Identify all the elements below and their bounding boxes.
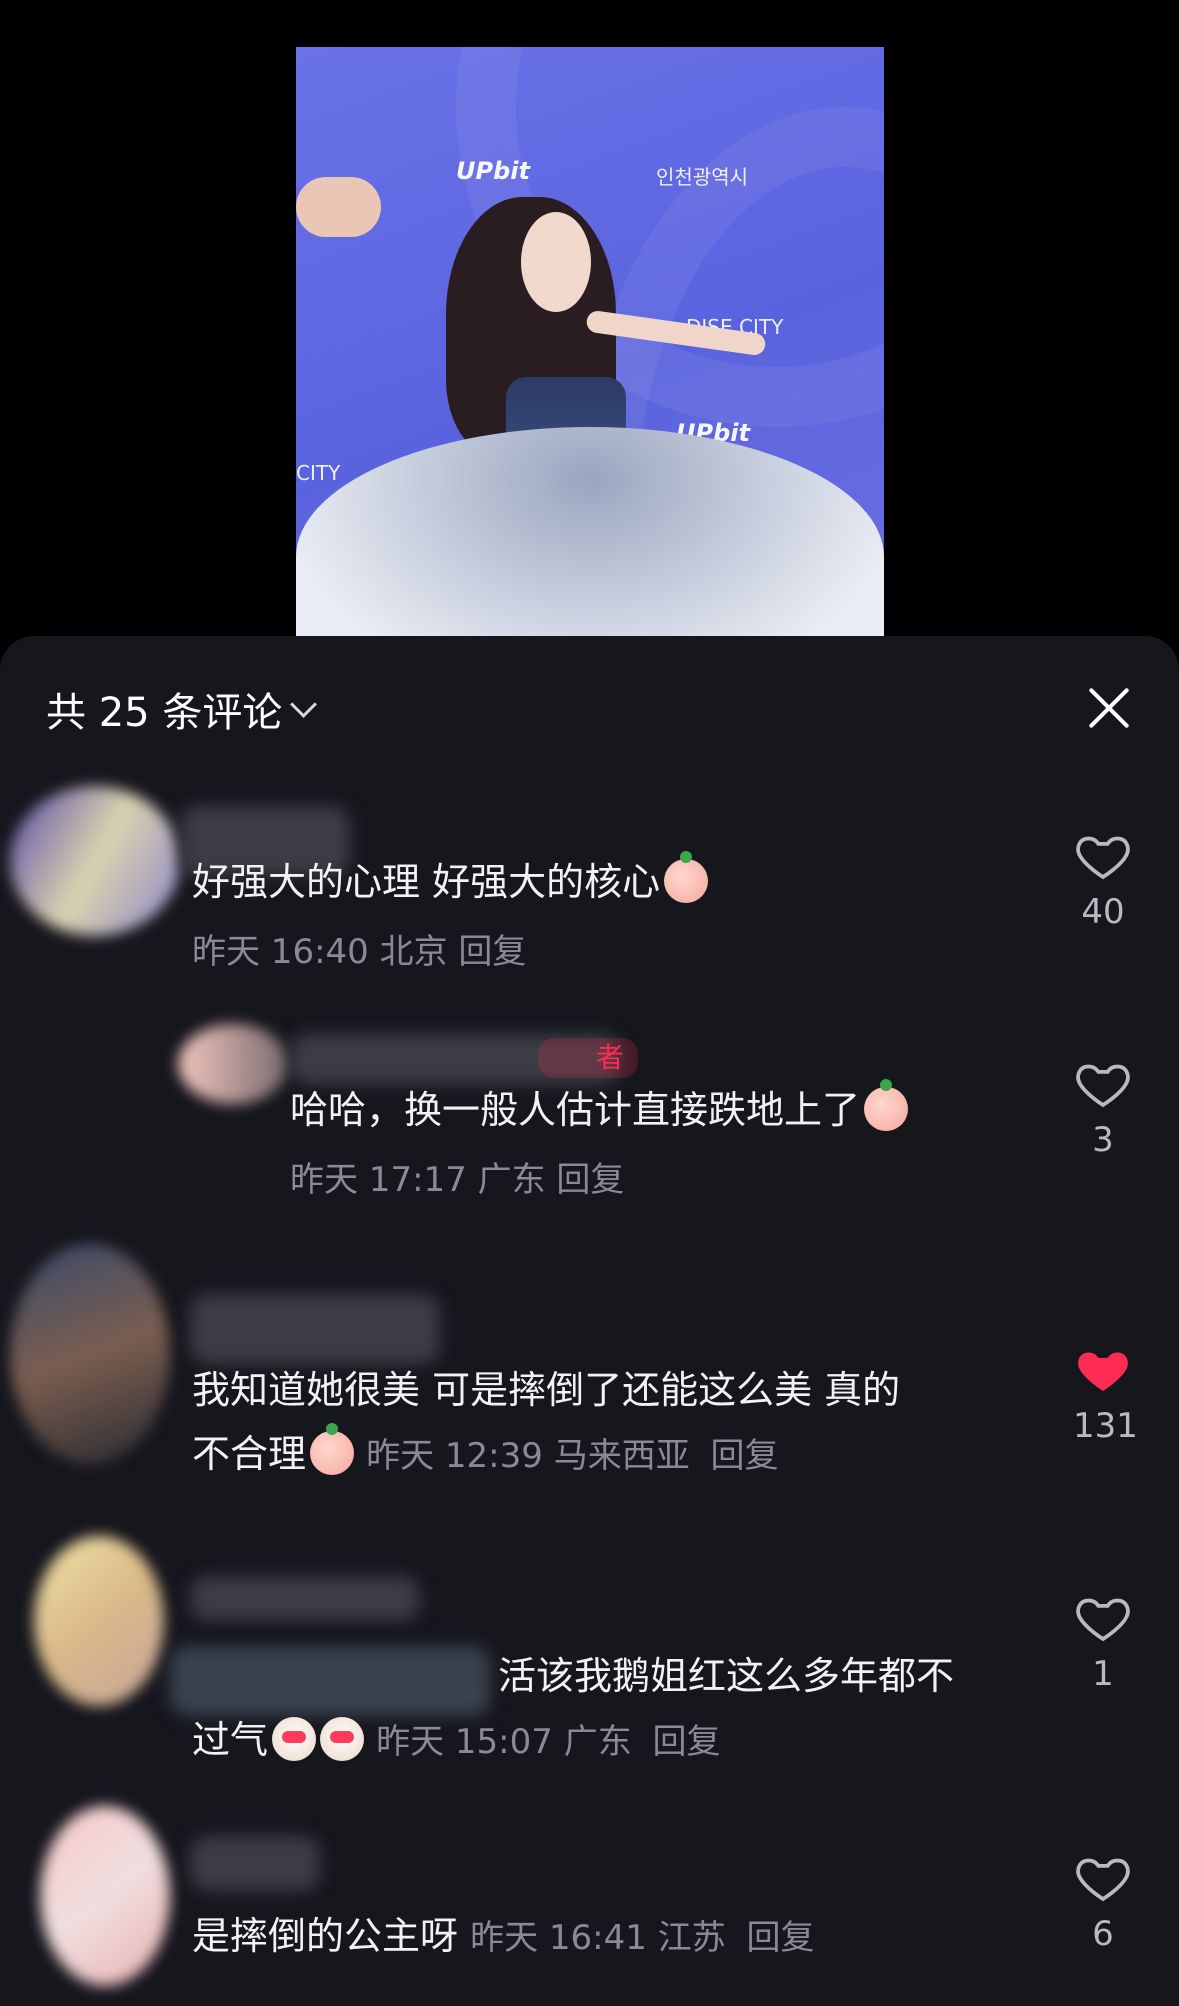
username-sub [170, 1646, 490, 1716]
emoji-icon [272, 1717, 317, 1761]
video-thumbnail[interactable]: UPbit 인천광역시 DISE CITY UPbit CITY [296, 47, 884, 636]
comment-sheet: 共 25 条评论 好强大的心理 好强大的核心 昨天 16:40 北京 回复 40… [0, 636, 1179, 2006]
author-badge: 者 [538, 1038, 638, 1078]
avatar[interactable] [10, 1244, 170, 1464]
like-count: 3 [1092, 1120, 1114, 1160]
reply-button[interactable]: 回复 [458, 932, 526, 972]
username[interactable] [190, 1294, 440, 1364]
backdrop-logo: UPbit [456, 157, 530, 185]
comment-text: 过气 昨天 15:07 广东 回复 [192, 1717, 721, 1762]
like-count: 1 [1092, 1654, 1114, 1694]
emoji-icon [320, 1717, 365, 1761]
reply-button[interactable]: 回复 [747, 1918, 815, 1958]
avatar[interactable] [34, 1536, 164, 1706]
emoji-icon [310, 1423, 355, 1475]
figure-face [521, 212, 591, 312]
heart-icon [1076, 1858, 1130, 1902]
heart-icon [1078, 1352, 1128, 1391]
emoji-icon [664, 851, 709, 903]
backdrop-logo: CITY [296, 461, 341, 485]
heart-icon [1076, 1064, 1130, 1108]
comment-text: 我知道她很美 可是摔倒了还能这么美 真的 [192, 1368, 901, 1412]
comment-meta: 昨天 17:17 广东 回复 [290, 1160, 625, 1200]
hand [296, 177, 381, 237]
username[interactable] [190, 1576, 420, 1621]
emoji-icon [864, 1079, 909, 1131]
chevron-down-icon [290, 690, 318, 718]
like-count: 131 [1073, 1406, 1138, 1446]
comment-count-title: 共 25 条评论 [46, 690, 283, 736]
comment-text: 是摔倒的公主呀 昨天 16:41 江苏 回复 [192, 1914, 815, 1958]
comment-text: 活该我鹅姐红这么多年都不 [498, 1654, 955, 1698]
like-count: 40 [1081, 892, 1125, 932]
like-button[interactable]: 6 [1073, 1850, 1133, 1954]
reply-button[interactable]: 回复 [653, 1722, 721, 1762]
avatar[interactable] [178, 1024, 288, 1104]
reply-button[interactable]: 回复 [556, 1160, 624, 1200]
comment-meta: 昨天 16:40 北京 回复 [192, 932, 527, 972]
comment-text: 不合理 昨天 12:39 马来西亚 回复 [192, 1423, 779, 1476]
username[interactable] [190, 1836, 320, 1891]
like-button[interactable]: 3 [1073, 1056, 1133, 1160]
heart-icon [1076, 1598, 1130, 1642]
reply-button[interactable]: 回复 [711, 1436, 779, 1476]
like-button[interactable]: 40 [1073, 828, 1133, 932]
avatar[interactable] [10, 786, 180, 936]
backdrop-logo: 인천광역시 [656, 165, 748, 189]
comment-text: 哈哈，换一般人估计直接跌地上了 [290, 1078, 909, 1142]
heart-icon [1076, 836, 1130, 880]
comment-count-header[interactable]: 共 25 条评论 [46, 684, 318, 736]
avatar[interactable] [40, 1806, 170, 1986]
like-count: 6 [1092, 1914, 1114, 1954]
close-icon[interactable] [1085, 684, 1133, 732]
like-button[interactable]: 1 [1073, 1590, 1133, 1694]
like-button[interactable]: 131 [1073, 1342, 1138, 1446]
comment-text: 好强大的心理 好强大的核心 [192, 850, 709, 914]
